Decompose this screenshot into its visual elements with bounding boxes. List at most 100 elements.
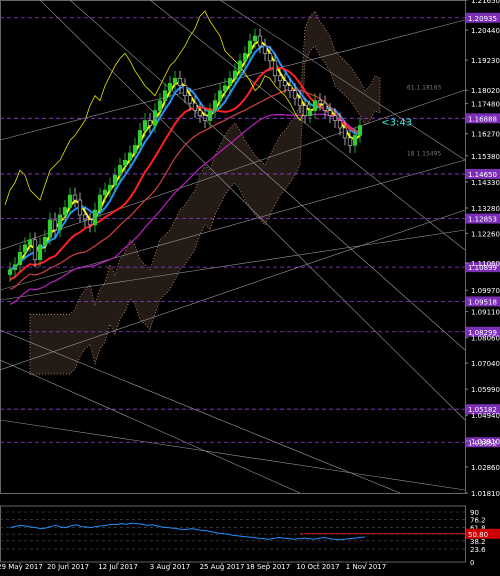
y-tick-label: 1.04940 <box>471 412 500 420</box>
x-tick-label: 20 Jun 2017 <box>47 563 89 571</box>
candle-body <box>72 194 78 201</box>
y-tick-label: 1.03910 <box>471 438 500 446</box>
level-label: 1.20935 <box>468 15 497 23</box>
candle-body <box>27 239 33 246</box>
indicator-level-label: 23.6 <box>470 546 486 554</box>
y-tick-label: 1.20440 <box>471 27 500 35</box>
candle-body <box>227 77 233 87</box>
candle-body <box>282 80 288 87</box>
x-tick-label: 29 May 2017 <box>0 563 43 571</box>
x-tick-label: 25 Aug 2017 <box>200 563 245 571</box>
trendline <box>0 209 466 371</box>
candle-body <box>192 102 198 111</box>
rsi-line <box>9 522 365 541</box>
candle-body <box>262 45 268 54</box>
annotations-layer: <3:43 61.1.18163 18 1.15495 <box>381 85 441 158</box>
x-tick-label: 3 Aug 2017 <box>150 563 190 571</box>
price-axis: 1.21650 1.20440 1.19230 1.18020 1.17480 1.162… <box>465 0 500 498</box>
candle-body <box>92 209 98 226</box>
candle-body <box>342 127 348 139</box>
candle-body <box>242 53 248 62</box>
candle-body <box>357 125 363 136</box>
trendline <box>0 329 401 494</box>
rsi-indicator-panel: 9076.261.85038.223.6050.80 <box>0 505 500 567</box>
y-tick-label: 1.21650 <box>471 0 500 5</box>
y-tick-label: 1.16270 <box>471 131 500 139</box>
candle-body <box>42 237 48 246</box>
x-tick-label: 18 Sep 2017 <box>246 563 290 571</box>
candle-body <box>77 199 83 216</box>
y-tick-label: 1.09110 <box>471 309 500 317</box>
trendline <box>0 89 466 251</box>
candle-body <box>52 219 58 231</box>
candle-body <box>257 35 263 47</box>
candle-body <box>122 159 128 166</box>
candle-body <box>272 60 278 77</box>
y-tick-label: 1.19230 <box>471 57 500 65</box>
chart-canvas[interactable]: 1.209351.168881.146501.128531.108991.095… <box>0 0 500 576</box>
x-tick-label: 1 Nov 2017 <box>346 563 386 571</box>
candle-body <box>317 100 323 104</box>
time-axis: 29 May 2017 20 Jun 2017 12 Jul 2017 3 Aug 2… <box>0 561 465 571</box>
y-tick-label: 1.18020 <box>471 87 500 95</box>
candle-body <box>162 90 168 101</box>
candle-body <box>237 60 243 72</box>
candle-body <box>172 77 178 84</box>
candle-body <box>352 135 358 146</box>
candle-body <box>277 75 283 82</box>
candle-body <box>62 207 68 216</box>
candle-body <box>7 269 13 275</box>
y-tick-label: 1.08060 <box>471 335 500 343</box>
candle-body <box>87 219 93 226</box>
candle-body <box>312 100 318 111</box>
level-label: 1.12853 <box>468 216 497 224</box>
candle-body <box>112 174 118 186</box>
chart-annotation: 18 1.15495 <box>407 151 442 158</box>
indicator-level-label: 0 <box>470 559 474 567</box>
candle-body <box>307 110 313 116</box>
candle-body <box>17 251 23 265</box>
y-tick-label: 1.05990 <box>471 386 500 394</box>
y-tick-label: 1.07040 <box>471 360 500 368</box>
ichimoku-cloud <box>29 10 381 375</box>
candle-body <box>322 102 328 111</box>
candle-body <box>142 120 148 131</box>
chart-annotation: 61.1.18163 <box>407 85 442 92</box>
candle-body <box>47 219 53 238</box>
candle-body <box>267 53 273 62</box>
candle-body <box>327 110 333 116</box>
candle-body <box>252 35 258 42</box>
candle-body <box>147 120 153 126</box>
candle-body <box>22 244 28 253</box>
candle-body <box>57 214 63 231</box>
y-tick-label: 1.11060 <box>471 260 500 268</box>
y-tick-label: 1.09970 <box>471 287 500 295</box>
candle-body <box>37 244 43 260</box>
candle-body <box>207 110 213 121</box>
trendline <box>0 419 466 491</box>
candle-body <box>222 85 228 91</box>
candle-body <box>127 152 133 161</box>
y-tick-label: 1.15380 <box>471 153 500 161</box>
candle-body <box>347 137 353 146</box>
x-tick-label: 12 Jul 2017 <box>98 563 138 571</box>
y-tick-label: 1.12260 <box>471 230 500 238</box>
candle-body <box>187 95 193 104</box>
candle-body <box>107 184 113 191</box>
candle-body <box>177 77 183 87</box>
candle-body <box>137 130 143 146</box>
candle-body <box>102 189 108 196</box>
y-tick-label: 1.14330 <box>471 179 500 187</box>
chart-window: 1.20935 1.16888 1.14650 1.12853 1.10899 1.095… <box>0 0 500 576</box>
candle-body <box>197 110 203 116</box>
candle-body <box>337 120 343 129</box>
candle-body <box>157 100 163 111</box>
candle-body <box>67 194 73 208</box>
candle-body <box>82 214 88 221</box>
candle-body <box>217 90 223 101</box>
candle-body <box>32 239 38 260</box>
indicator-highlight-label: 50.80 <box>468 531 488 539</box>
level-label: 1.14650 <box>468 171 497 179</box>
candle-body <box>97 194 103 211</box>
horizontal-levels-layer: 1.209351.168881.146501.128531.108991.095… <box>0 12 500 448</box>
